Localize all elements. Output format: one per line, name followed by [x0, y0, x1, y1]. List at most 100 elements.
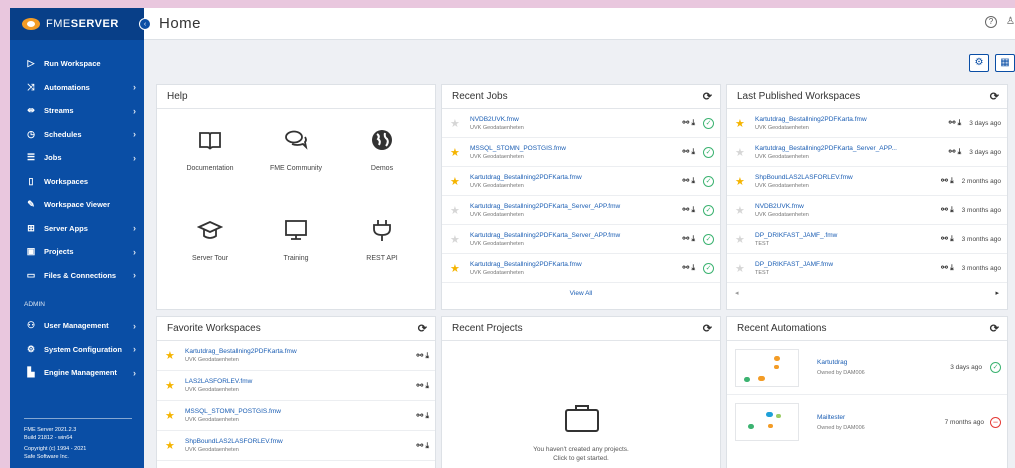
sidebar-item-workspace-viewer[interactable]: ✎ Workspace Viewer: [10, 193, 144, 217]
run-download-icons[interactable]: ⚯ ⤓: [683, 263, 695, 273]
recent-automations-panel: Recent Automations ⟳ Kartutdrag Owned by D…: [726, 316, 1008, 468]
refresh-icon[interactable]: ⟳: [990, 90, 999, 103]
workspace-name-link[interactable]: Kartutdrag_Bestallning2PDFKarta_Server_A…: [755, 145, 943, 152]
last-published-panel: Last Published Workspaces ⟳ ★ Kartutdrag_B…: [726, 84, 1008, 310]
help-fme-community[interactable]: FME Community: [253, 119, 339, 209]
star-icon[interactable]: ★: [450, 262, 464, 275]
run-download-icons[interactable]: ⚯ ⤓: [941, 176, 953, 186]
refresh-icon[interactable]: ⟳: [418, 322, 427, 335]
sidebar-item-label: Server Apps: [44, 223, 88, 233]
run-download-icons[interactable]: ⚯ ⤓: [941, 205, 953, 215]
job-name-link[interactable]: Kartutdrag_Bestallning2PDFKarta_Server_A…: [470, 232, 677, 239]
star-icon[interactable]: ★: [450, 146, 464, 159]
star-icon[interactable]: ★: [735, 175, 749, 188]
published-row: ★ Kartutdrag_Bestallning2PDFKarta_Server_…: [727, 138, 1007, 167]
workspace-name-link[interactable]: Kartutdrag_Bestallning2PDFKarta.fmw: [185, 348, 411, 355]
star-icon[interactable]: ★: [735, 262, 749, 275]
run-download-icons[interactable]: ⚯ ⤓: [417, 411, 429, 421]
panel-title: Recent Projects: [452, 323, 523, 334]
star-icon[interactable]: ★: [735, 233, 749, 246]
workspace-name-link[interactable]: ShpBoundLAS2LASFORLEV.fmw: [185, 438, 411, 445]
workspace-name-link[interactable]: DP_DRIKFAST_JÄMF_.fmw: [755, 232, 935, 239]
sidebar-item-files-connections[interactable]: ▭ Files & Connections ›: [10, 264, 144, 288]
run-download-icons[interactable]: ⚯ ⤓: [417, 351, 429, 361]
run-download-icons[interactable]: ⚯ ⤓: [417, 381, 429, 391]
sidebar-item-user-management[interactable]: ⚇ User Management ›: [10, 314, 144, 338]
star-icon[interactable]: ★: [735, 117, 749, 130]
chevron-right-icon: ›: [133, 223, 136, 234]
run-download-icons[interactable]: ⚯ ⤓: [683, 118, 695, 128]
run-download-icons[interactable]: ⚯ ⤓: [683, 234, 695, 244]
empty-projects-message[interactable]: You haven't created any projects. Click …: [442, 445, 720, 463]
refresh-icon[interactable]: ⟳: [703, 322, 712, 335]
sidebar-item-schedules[interactable]: ◷ Schedules ›: [10, 123, 144, 147]
star-icon[interactable]: ★: [165, 349, 179, 362]
workspace-name-link[interactable]: DP_DRIKFAST_JÄMF.fmw: [755, 261, 935, 268]
scroll-right-icon[interactable]: ▸: [995, 289, 999, 297]
run-download-icons[interactable]: ⚯ ⤓: [683, 147, 695, 157]
sidebar-item-projects[interactable]: ▣ Projects ›: [10, 240, 144, 264]
job-name-link[interactable]: NVDB2UVK.fmw: [470, 116, 677, 123]
star-icon[interactable]: ★: [165, 439, 179, 452]
refresh-icon[interactable]: ⟳: [703, 90, 712, 103]
star-icon[interactable]: ★: [450, 117, 464, 130]
run-download-icons[interactable]: ⚯ ⤓: [941, 234, 953, 244]
sidebar-item-server-apps[interactable]: ⊞ Server Apps ›: [10, 217, 144, 241]
briefcase-icon[interactable]: [564, 403, 600, 433]
help-server-tour[interactable]: Server Tour: [167, 209, 253, 299]
help-panel: Help Documentation FME Community Demos S…: [156, 84, 436, 310]
automation-thumbnail[interactable]: [735, 403, 799, 441]
dashboard-settings-button[interactable]: ⚙: [969, 54, 989, 72]
brand-logo[interactable]: FME SERVER: [10, 8, 144, 40]
job-name-link[interactable]: MSSQL_STOMN_POSTGIS.fmw: [470, 145, 677, 152]
horizontal-scrollbar[interactable]: ◂ ▸: [727, 283, 1007, 303]
run-download-icons[interactable]: ⚯ ⤓: [683, 205, 695, 215]
user-icon[interactable]: ♙: [1006, 16, 1015, 27]
run-download-icons[interactable]: ⚯ ⤓: [417, 441, 429, 451]
automation-name-link[interactable]: Mailtester: [817, 414, 937, 421]
refresh-icon[interactable]: ⟳: [990, 322, 999, 335]
automation-thumbnail[interactable]: [735, 348, 799, 387]
star-icon[interactable]: ★: [450, 175, 464, 188]
star-icon[interactable]: ★: [165, 379, 179, 392]
sidebar-item-automations[interactable]: ⤨ Automations ›: [10, 76, 144, 100]
help-documentation[interactable]: Documentation: [167, 119, 253, 209]
star-icon[interactable]: ★: [450, 204, 464, 217]
star-icon[interactable]: ★: [450, 233, 464, 246]
sidebar-item-streams[interactable]: ⇹ Streams ›: [10, 99, 144, 123]
sidebar-item-label: Jobs: [44, 153, 62, 163]
help-icon[interactable]: ?: [985, 16, 997, 28]
help-demos[interactable]: Demos: [339, 119, 425, 209]
help-training[interactable]: Training: [253, 209, 339, 299]
run-download-icons[interactable]: ⚯ ⤓: [941, 263, 953, 273]
run-download-icons[interactable]: ⚯ ⤓: [949, 118, 961, 128]
scroll-left-icon[interactable]: ◂: [735, 289, 739, 297]
sidebar-item-workspaces[interactable]: ▯ Workspaces: [10, 170, 144, 194]
sidebar-item-run-workspace[interactable]: ▷ Run Workspace: [10, 52, 144, 76]
job-name-link[interactable]: Kartutdrag_Bestallning2PDFKarta.fmw: [470, 261, 677, 268]
star-icon[interactable]: ★: [735, 204, 749, 217]
collapse-sidebar-button[interactable]: ‹: [139, 18, 151, 30]
workspace-name-link[interactable]: LAS2LASFORLEV.fmw: [185, 378, 411, 385]
workspace-name-link[interactable]: NVDB2UVK.fmw: [755, 203, 935, 210]
job-name-link[interactable]: Kartutdrag_Bestallning2PDFKarta.fmw: [470, 174, 677, 181]
automation-owner: Owned by DAM006: [817, 424, 865, 431]
run-download-icons[interactable]: ⚯ ⤓: [949, 147, 961, 157]
run-download-icons[interactable]: ⚯ ⤓: [683, 176, 695, 186]
workspace-name-link[interactable]: Kartutdrag_Bestallning2PDFKarta.fmw: [755, 116, 943, 123]
view-all-link[interactable]: View All: [442, 283, 720, 297]
dashboard-layout-button[interactable]: ▦: [995, 54, 1015, 72]
workspace-name-link[interactable]: MSSQL_STOMN_POSTGIS.fmw: [185, 408, 411, 415]
sidebar-nav: ▷ Run Workspace ⤨ Automations › ⇹ Streams › ◷…: [10, 40, 144, 385]
automation-name-link[interactable]: Kartutdrag: [817, 359, 942, 366]
sidebar-item-system-configuration[interactable]: ⚙ System Configuration ›: [10, 338, 144, 362]
help-rest-api[interactable]: REST API: [339, 209, 425, 299]
success-check-icon: ✓: [703, 146, 714, 158]
sidebar-item-label: Engine Management: [44, 368, 117, 378]
job-name-link[interactable]: Kartutdrag_Bestallning2PDFKarta_Server_A…: [470, 203, 677, 210]
star-icon[interactable]: ★: [735, 146, 749, 159]
sidebar-item-jobs[interactable]: ☰ Jobs ›: [10, 146, 144, 170]
star-icon[interactable]: ★: [165, 409, 179, 422]
sidebar-item-engine-management[interactable]: ▙ Engine Management ›: [10, 361, 144, 385]
workspace-name-link[interactable]: ShpBoundLAS2LASFORLEV.fmw: [755, 174, 935, 181]
